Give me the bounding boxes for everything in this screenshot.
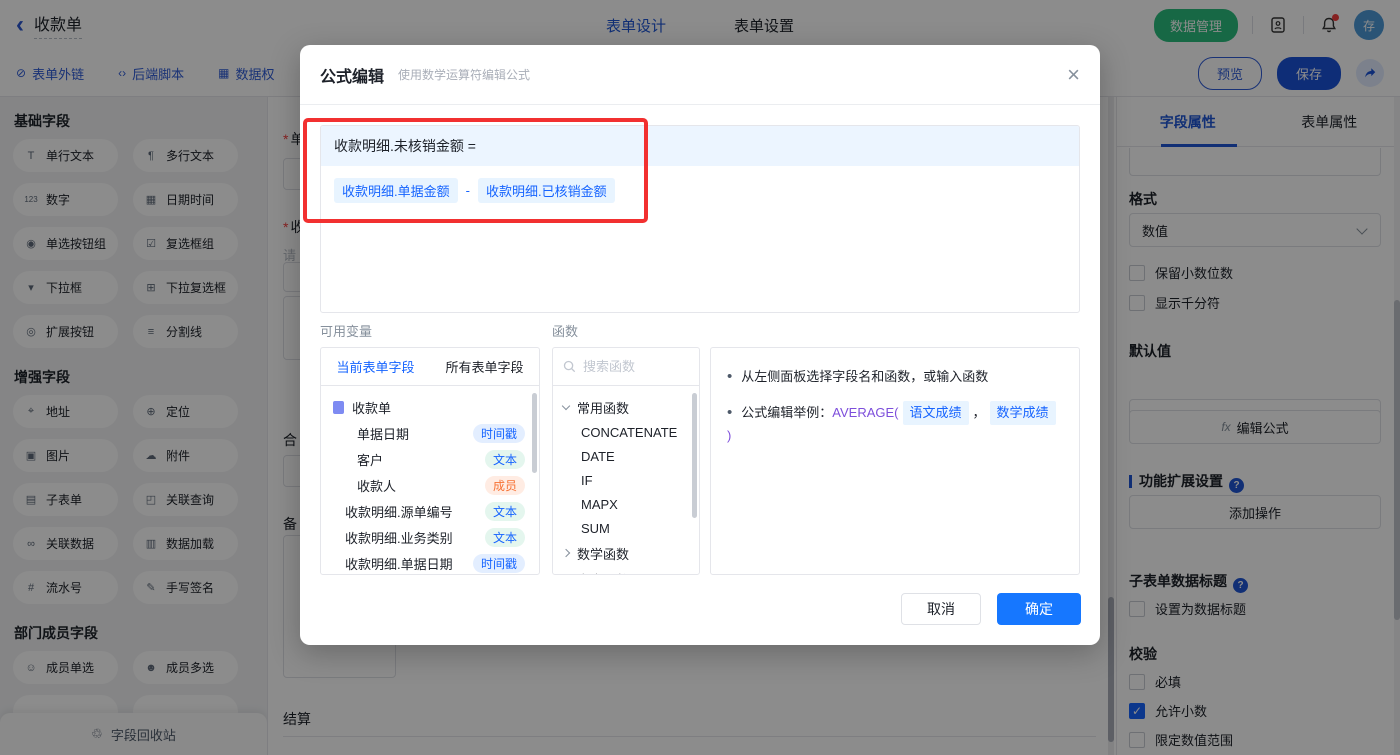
functions-scrollbar-thumb[interactable]	[692, 393, 697, 518]
formula-field-tag[interactable]: 收款明细.单据金额	[334, 178, 458, 203]
function-item[interactable]: MAPX	[553, 492, 699, 516]
example-comma: ，	[972, 405, 986, 420]
functions-label: 函数	[552, 324, 579, 339]
type-tag-text: 文本	[484, 501, 525, 521]
type-tag-text: 文本	[484, 449, 525, 469]
formula-operator: -	[465, 183, 470, 198]
type-tag-time: 时间戳	[472, 553, 525, 573]
functions-pane: 常用函数 CONCATENATE DATE IF MAPX SUM 数学函数 文…	[552, 347, 700, 575]
type-tag-text: 文本	[484, 527, 525, 547]
form-doc-icon	[333, 400, 344, 414]
variable-name: 单据日期	[357, 426, 410, 442]
variables-tabs: 当前表单字段 所有表单字段	[321, 348, 539, 386]
function-group-text[interactable]: 文本函数	[553, 566, 699, 575]
search-icon	[563, 360, 576, 373]
variables-scrollbar-thumb[interactable]	[532, 393, 537, 473]
variable-row[interactable]: 客户 文本	[321, 446, 539, 472]
variable-name: 收款明细.单据日期	[345, 556, 453, 572]
variable-name: 收款明细.源单编号	[345, 504, 453, 520]
function-item[interactable]: IF	[553, 468, 699, 492]
modal-body: 收款明细.未核销金额 = 收款明细.单据金额 - 收款明细.已核销金额 可用变量…	[300, 105, 1100, 645]
help-tip-example: • 公式编辑举例： AVERAGE( 语文成绩 ， 数学成绩 )	[727, 401, 1063, 447]
confirm-button[interactable]: 确定	[997, 593, 1081, 625]
chevron-right-icon	[561, 548, 571, 558]
cancel-button[interactable]: 取消	[901, 593, 981, 625]
variables-tree: 收款单 单据日期 时间戳 客户 文本 收款人 成员 收款明细.源单编号 文本 收…	[321, 386, 539, 574]
type-tag-time: 时间戳	[472, 423, 525, 443]
function-group-common[interactable]: 常用函数	[553, 394, 699, 420]
example-field-tag: 数学成绩	[989, 401, 1056, 425]
help-tip: • 从左侧面板选择字段名和函数，或输入函数	[727, 366, 1063, 388]
variable-name: 客户	[357, 452, 384, 468]
tree-root-label: 收款单	[352, 400, 392, 416]
variable-row[interactable]: 收款人 成员	[321, 472, 539, 498]
available-variables-label: 可用变量	[320, 324, 373, 339]
form-designer-app: ‹ 收款单 表单设计 表单设置 数据管理 存 ⊘ 表单外链 ‹› 后端脚本 ▦ …	[0, 0, 1400, 755]
variable-row[interactable]: 收款明细.单据日期 时间戳	[321, 550, 539, 574]
formula-editor-modal: 公式编辑 使用数学运算符编辑公式 × 收款明细.未核销金额 = 收款明细.单据金…	[300, 45, 1100, 645]
type-tag-member: 成员	[484, 475, 525, 495]
help-tip-text: 从左侧面板选择字段名和函数，或输入函数	[741, 369, 989, 384]
tree-root-form[interactable]: 收款单	[321, 394, 539, 420]
variable-row[interactable]: 收款明细.源单编号 文本	[321, 498, 539, 524]
chevron-down-icon	[561, 401, 571, 410]
function-item[interactable]: SUM	[553, 516, 699, 540]
formula-editor-area[interactable]: 收款明细.未核销金额 = 收款明细.单据金额 - 收款明细.已核销金额	[320, 125, 1080, 313]
example-prefix: 公式编辑举例：	[741, 405, 833, 420]
tab-all-form-fields[interactable]: 所有表单字段	[430, 348, 539, 385]
function-search-row	[553, 348, 699, 386]
variable-row[interactable]: 收款明细.业务类别 文本	[321, 524, 539, 550]
functions-tree: 常用函数 CONCATENATE DATE IF MAPX SUM 数学函数 文…	[553, 386, 699, 575]
tab-current-form-fields[interactable]: 当前表单字段	[321, 348, 430, 385]
bullet-icon: •	[727, 404, 733, 421]
function-group-label: 文本函数	[577, 570, 629, 575]
modal-subtitle: 使用数学运算符编辑公式	[398, 68, 531, 82]
variable-name: 收款明细.业务类别	[345, 530, 453, 546]
function-item[interactable]: DATE	[553, 444, 699, 468]
example-field-tag: 语文成绩	[902, 401, 969, 425]
close-icon[interactable]: ×	[1067, 63, 1080, 86]
formula-expression-row[interactable]: 收款明细.单据金额 - 收款明细.已核销金额	[321, 166, 1079, 215]
example-close-paren: )	[727, 428, 732, 443]
function-search-input[interactable]	[583, 359, 683, 374]
example-function: AVERAGE(	[832, 405, 899, 420]
function-group-label: 数学函数	[577, 546, 630, 562]
variable-name: 收款人	[357, 478, 397, 494]
modal-title: 公式编辑	[320, 68, 385, 86]
function-group-math[interactable]: 数学函数	[553, 540, 699, 566]
formula-help-panel: • 从左侧面板选择字段名和函数，或输入函数 • 公式编辑举例： AVERAGE(…	[710, 347, 1080, 575]
formula-target-text: 收款明细.未核销金额 =	[334, 138, 476, 154]
function-item[interactable]: CONCATENATE	[553, 420, 699, 444]
variable-row[interactable]: 单据日期 时间戳	[321, 420, 539, 446]
variables-pane: 当前表单字段 所有表单字段 收款单 单据日期 时间戳 客户 文本 收款人 成员 …	[320, 347, 540, 575]
modal-header: 公式编辑 使用数学运算符编辑公式 ×	[300, 45, 1100, 105]
bullet-icon: •	[727, 368, 733, 385]
function-group-label: 常用函数	[577, 400, 630, 416]
formula-field-tag[interactable]: 收款明细.已核销金额	[477, 178, 615, 203]
formula-target-row: 收款明细.未核销金额 =	[321, 126, 1079, 166]
